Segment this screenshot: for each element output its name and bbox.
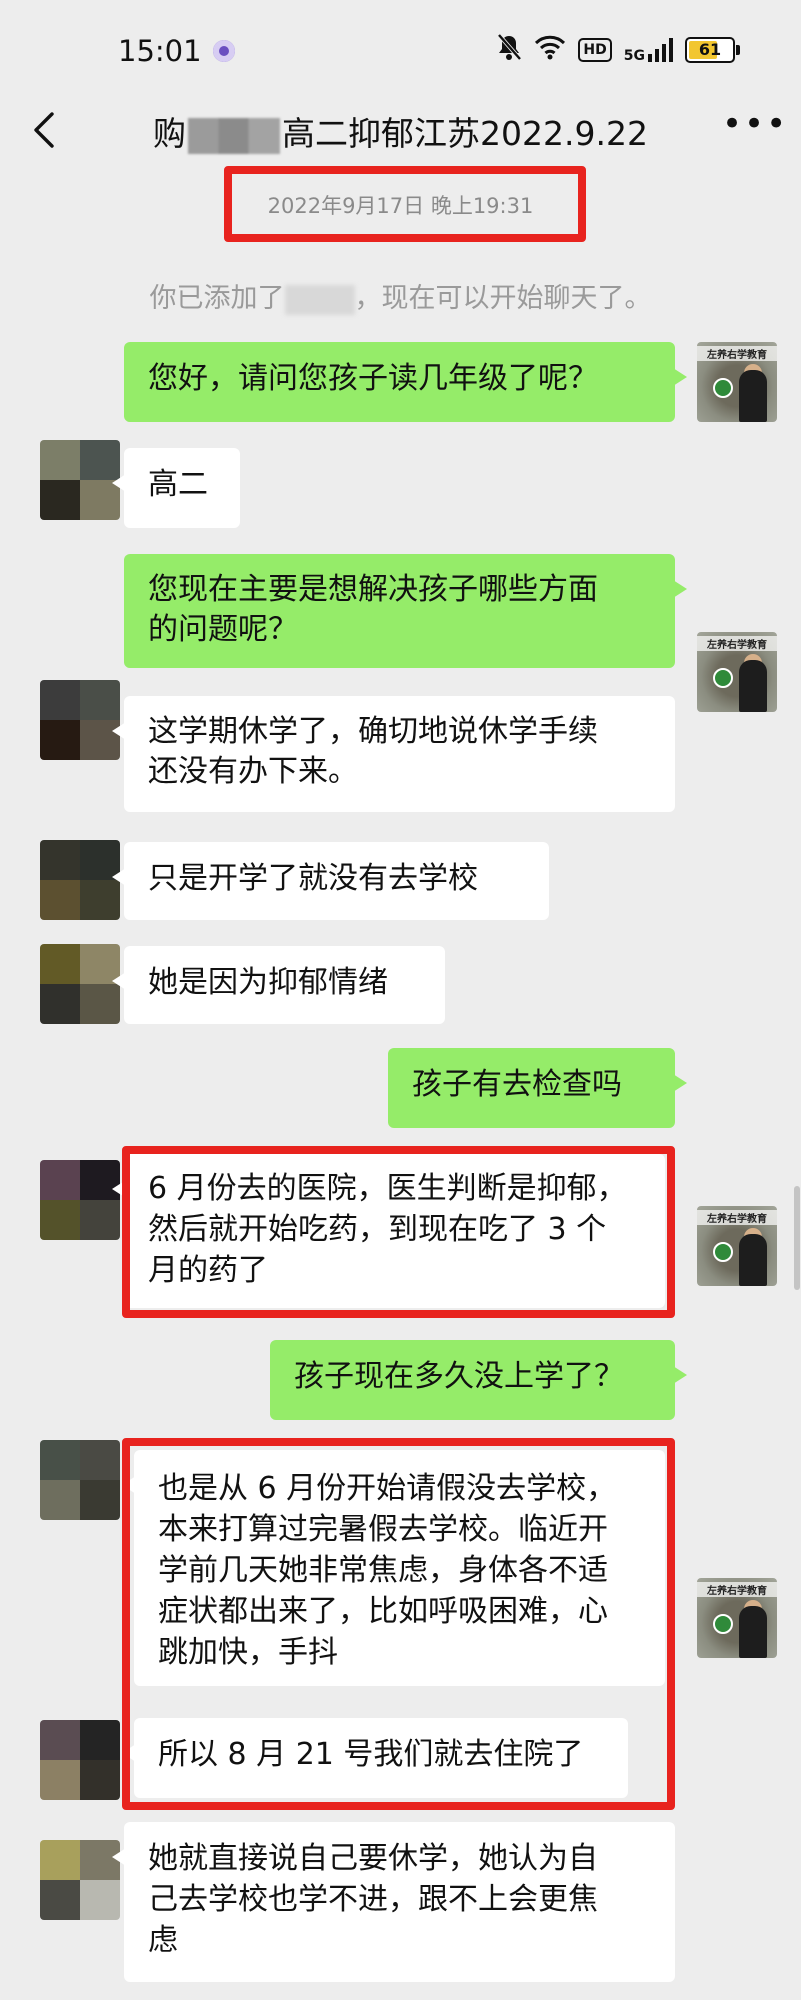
avatar-brand-text: 左养右学教育 — [697, 636, 777, 651]
avatar-brand-text: 左养右学教育 — [697, 1582, 777, 1597]
avatar-contact[interactable] — [40, 840, 120, 920]
message-bubble-contact[interactable]: 这学期休学了，确切地说休学手续 还没有办下来。 — [112, 696, 675, 812]
message-text: 孩子现在多久没上学了？ — [294, 1359, 624, 1394]
redacted-mosaic — [284, 284, 355, 315]
avatar-brand-text: 左养右学教育 — [697, 1210, 777, 1225]
title-prefix: 购 — [153, 114, 187, 153]
system-message: 你已添加了 ，现在可以开始聊天了。 — [0, 276, 801, 315]
avatar-contact[interactable] — [40, 1160, 120, 1240]
redacted-mosaic — [188, 117, 281, 154]
message-bubble-me[interactable]: 孩子现在多久没上学了？ — [270, 1340, 687, 1420]
system-message-prefix: 你已添加了 — [149, 283, 285, 314]
message-text: 您好，请问您孩子读几年级了呢？ — [148, 361, 598, 396]
message-bubble-contact[interactable]: 只是开学了就没有去学校 — [112, 842, 549, 920]
message-text: 您现在主要是想解决孩子哪些方面 的问题呢？ — [148, 572, 598, 647]
title-suffix: 高二抑郁江苏2022.9.22 — [282, 114, 648, 153]
bell-muted-icon — [496, 33, 522, 67]
battery-level: 61 — [698, 40, 722, 59]
message-text: 她就直接说自己要休学，她认为自 己去学校也学不进，跟不上会更焦 虑 — [148, 1841, 598, 1958]
avatar-contact[interactable] — [40, 1440, 120, 1520]
avatar-contact[interactable] — [40, 1840, 120, 1920]
logo-icon — [713, 1614, 733, 1634]
message-bubble-contact[interactable]: 她是因为抑郁情绪 — [112, 946, 445, 1024]
message-text: 这学期休学了，确切地说休学手续 还没有办下来。 — [148, 714, 598, 789]
avatar-me[interactable]: 左养右学教育 — [697, 1578, 777, 1658]
avatar-me[interactable]: 左养右学教育 — [697, 342, 777, 422]
avatar-contact[interactable] — [40, 680, 120, 760]
chat-title: 购 高二抑郁江苏2022.9.22 — [0, 107, 801, 155]
network-label: 5G — [623, 48, 645, 64]
logo-icon — [713, 1242, 733, 1262]
avatar-contact[interactable] — [40, 440, 120, 520]
message-text: 她是因为抑郁情绪 — [148, 965, 388, 1000]
highlight-box-diagnosis — [122, 1146, 675, 1318]
message-text: 孩子有去检查吗 — [412, 1067, 622, 1102]
scrollbar[interactable] — [794, 1186, 800, 1290]
signal-5g-icon: 5G — [623, 38, 673, 64]
wifi-icon — [534, 34, 566, 66]
hd-icon: HD — [578, 38, 612, 62]
system-message-suffix: ，现在可以开始聊天了。 — [354, 283, 652, 314]
logo-icon — [713, 378, 733, 398]
avatar-me[interactable]: 左养右学教育 — [697, 632, 777, 712]
highlight-box-hospital — [122, 1438, 675, 1810]
message-bubble-me[interactable]: 孩子有去检查吗 — [388, 1048, 687, 1128]
chat-timestamp: 2022年9月17日 晚上19:31 — [267, 194, 534, 218]
status-bar: 15:01 HD 5G 61 — [0, 0, 801, 100]
message-bubble-contact[interactable]: 她就直接说自己要休学，她认为自 己去学校也学不进，跟不上会更焦 虑 — [112, 1822, 675, 1982]
message-bubble-me[interactable]: 您现在主要是想解决孩子哪些方面 的问题呢？ — [124, 554, 687, 668]
logo-icon — [713, 668, 733, 688]
battery-icon: 61 — [685, 37, 740, 63]
avatar-me[interactable]: 左养右学教育 — [697, 1206, 777, 1286]
more-options-icon[interactable]: ••• — [722, 107, 786, 152]
status-time: 15:01 — [118, 34, 202, 68]
avatar-contact[interactable] — [40, 1720, 120, 1800]
status-icons: HD 5G 61 — [496, 33, 740, 67]
avatar-contact[interactable] — [40, 944, 120, 1024]
message-bubble-me[interactable]: 您好，请问您孩子读几年级了呢？ — [124, 342, 687, 422]
message-bubble-contact[interactable]: 高二 — [112, 448, 240, 528]
avatar-brand-text: 左养右学教育 — [697, 346, 777, 361]
purple-dot-app-icon — [213, 40, 235, 62]
message-text: 高二 — [148, 467, 208, 502]
message-text: 只是开学了就没有去学校 — [148, 861, 478, 896]
